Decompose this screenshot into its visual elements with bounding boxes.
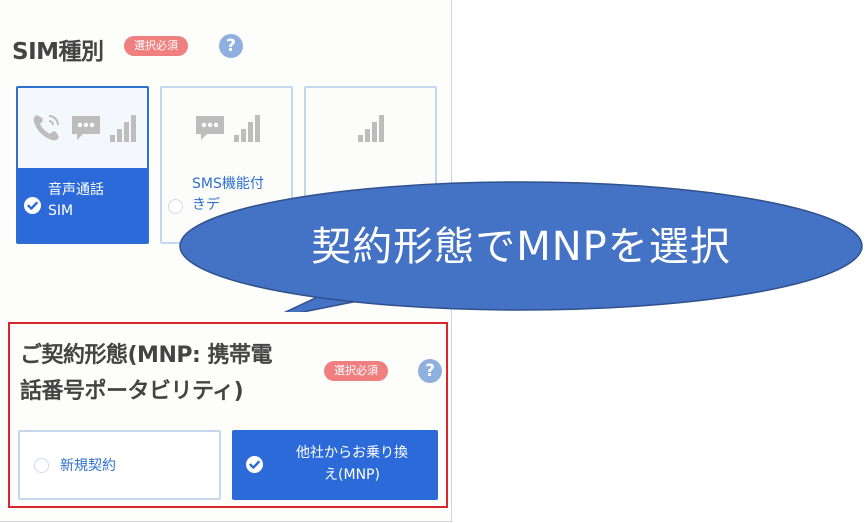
contract-help-icon[interactable]: ?: [418, 359, 442, 383]
annotation-callout-text: 契約形態でMNPを選択: [311, 224, 731, 270]
sim-card-voice-label-2: SIM: [48, 203, 74, 219]
sim-card-data-icons: [306, 88, 435, 168]
sim-card-voice-label-area: 音声通話 SIM: [18, 168, 147, 242]
check-circle-icon: [24, 197, 41, 214]
sim-required-badge: 選択必須: [124, 36, 188, 56]
option-mnp-label-1: 他社からお乗り換: [296, 445, 408, 461]
option-mnp-label-2: え(MNP): [324, 467, 380, 483]
option-new-contract[interactable]: 新規契約: [18, 430, 221, 500]
radio-circle-icon: [34, 458, 49, 473]
sim-card-voice-icons: [18, 88, 147, 168]
contract-type-highlight: ご契約形態(MNP: 携帯電 話番号ポータビリティ) 選択必須 ? 新規契約 他…: [8, 322, 448, 508]
contract-type-title-line1: ご契約形態(MNP: 携帯電: [20, 343, 272, 368]
signal-icon: [109, 115, 136, 142]
sim-card-sms-icons: [162, 88, 291, 168]
contract-type-title-line2: 話番号ポータビリティ): [20, 379, 244, 404]
contract-type-title: ご契約形態(MNP: 携帯電 話番号ポータビリティ): [20, 338, 320, 410]
sim-type-title: SIM種別: [12, 39, 104, 65]
signal-icon: [233, 115, 260, 142]
sim-card-voice-label-1: 音声通話: [48, 182, 104, 198]
phone-icon: [33, 115, 59, 141]
sim-help-icon[interactable]: ?: [219, 34, 243, 58]
chat-icon: [195, 116, 224, 140]
option-mnp-label: 他社からお乗り換 え(MNP): [272, 442, 432, 486]
option-mnp[interactable]: 他社からお乗り換 え(MNP): [232, 430, 438, 500]
sim-card-voice[interactable]: 音声通話 SIM: [16, 86, 149, 244]
option-new-contract-label: 新規契約: [60, 458, 116, 474]
signal-icon: [357, 115, 384, 142]
contract-required-badge: 選択必須: [324, 361, 388, 381]
chat-icon: [71, 116, 100, 140]
check-circle-icon: [246, 456, 263, 473]
